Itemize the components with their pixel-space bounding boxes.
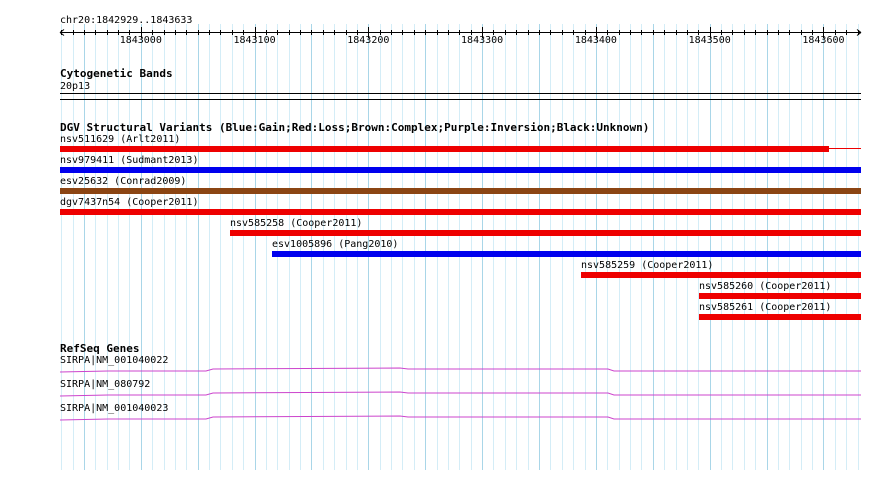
genome-browser: chr20:1842929..1843633 1843000 1843100 184…: [0, 0, 890, 479]
refseq-gene-lines: [59, 367, 861, 421]
refseq-gene-model[interactable]: [59, 391, 861, 397]
refseq-gene-model[interactable]: [59, 367, 861, 373]
refseq-gene-model[interactable]: [59, 415, 861, 421]
